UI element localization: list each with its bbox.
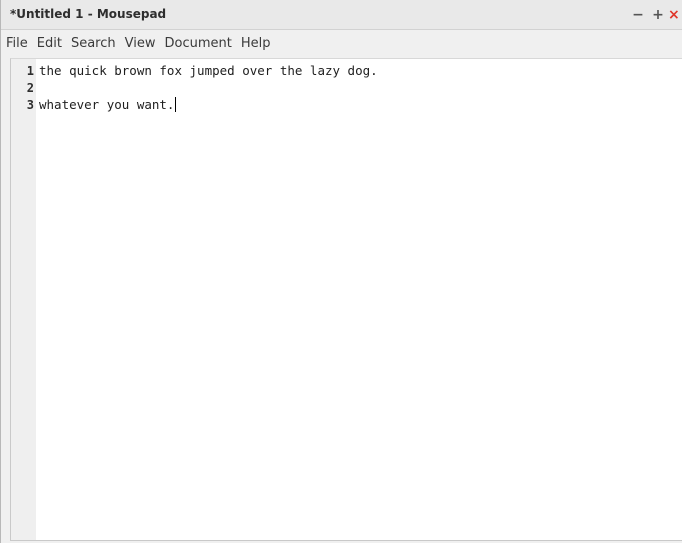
text-line: the quick brown fox jumped over the lazy… [39, 63, 378, 79]
line-number: 2 [26, 81, 34, 95]
line-number: 3 [26, 98, 34, 112]
line-number-gutter: 1 2 3 [11, 59, 36, 540]
menu-help[interactable]: Help [241, 36, 280, 51]
maximize-icon[interactable]: + [648, 7, 668, 23]
text-line-content: the quick brown fox jumped over the lazy… [39, 63, 378, 78]
menu-edit[interactable]: Edit [37, 36, 71, 51]
text-area[interactable]: the quick brown fox jumped over the lazy… [39, 59, 682, 540]
menu-search[interactable]: Search [71, 36, 125, 51]
text-line: whatever you want. [39, 97, 177, 113]
window-title: *Untitled 1 - Mousepad [10, 7, 167, 21]
menu-document[interactable]: Document [164, 36, 240, 51]
menu-file[interactable]: File [6, 36, 37, 51]
editor-view[interactable]: 1 2 3 the quick brown fox jumped over th… [10, 58, 682, 541]
window-controls: − + × [628, 5, 682, 25]
title-bar[interactable]: *Untitled 1 - Mousepad − + × [1, 0, 682, 30]
menu-bar: File Edit Search View Document Help [1, 30, 682, 57]
mousepad-window: *Untitled 1 - Mousepad − + × File Edit S… [0, 0, 682, 543]
menu-view[interactable]: View [125, 36, 165, 51]
text-line-content: whatever you want. [39, 97, 175, 112]
close-icon[interactable]: × [668, 7, 682, 23]
minimize-icon[interactable]: − [628, 7, 648, 23]
text-caret [175, 97, 177, 112]
line-number: 1 [26, 64, 34, 78]
